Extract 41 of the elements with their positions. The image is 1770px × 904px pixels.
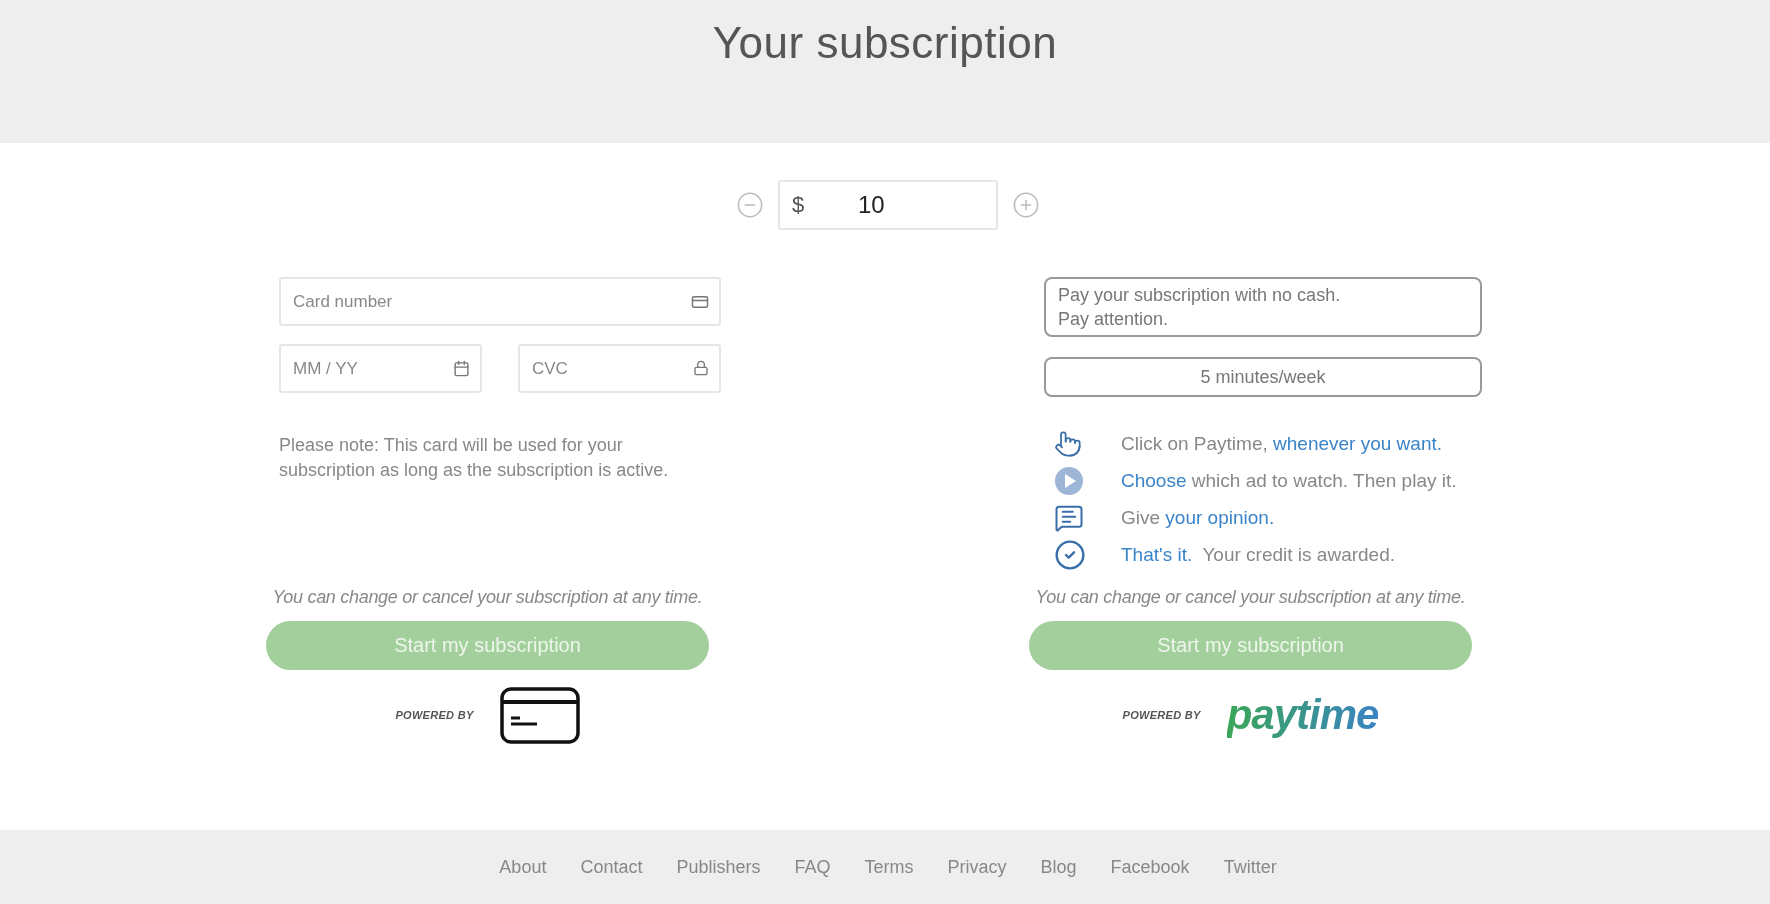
step-link[interactable]: Choose	[1121, 469, 1187, 491]
cancel-note: You can change or cancel your subscription at any time.	[271, 587, 704, 608]
calendar-icon	[453, 360, 470, 377]
footer-link[interactable]: Facebook	[1110, 856, 1190, 878]
powered-by-label: POWERED BY	[1122, 709, 1201, 721]
step-text: That's it. Your credit is awarded.	[1121, 543, 1395, 566]
card-note: Please note: This card will be used for your subscription as long as the subscription is active.	[279, 434, 670, 482]
step-text: Click on Paytime, whenever you want.	[1121, 432, 1443, 455]
footer-link[interactable]: Twitter	[1223, 856, 1277, 878]
step-link[interactable]: whenever you want.	[1273, 432, 1443, 454]
credit-card-logo-icon	[499, 686, 580, 744]
step-link[interactable]: your opinion.	[1165, 506, 1275, 528]
check-circle-icon	[1054, 538, 1086, 571]
step-text: Choose which ad to watch. Then play it.	[1121, 469, 1457, 492]
start-subscription-button[interactable]: Start my subscription	[1029, 621, 1472, 670]
footer-link[interactable]: Contact	[580, 856, 643, 878]
expiry-field[interactable]: MM / YY	[279, 344, 482, 393]
footer-link[interactable]: About	[499, 856, 547, 878]
footer-link[interactable]: Privacy	[947, 856, 1007, 878]
card-icon	[691, 293, 709, 311]
page-title: Your subscription	[712, 18, 1058, 69]
card-number-field[interactable]: Card number	[279, 277, 721, 326]
footer-link[interactable]: Blog	[1040, 856, 1077, 878]
lock-icon	[693, 360, 709, 376]
cancel-note: You can change or cancel your subscription at any time.	[1034, 587, 1467, 608]
increase-icon[interactable]	[1012, 191, 1040, 219]
powered-by-label: POWERED BY	[395, 709, 474, 721]
hand-pointer-icon	[1054, 429, 1082, 458]
footer-link[interactable]: FAQ	[794, 856, 831, 878]
play-icon	[1054, 465, 1084, 496]
start-subscription-button[interactable]: Start my subscription	[266, 621, 709, 670]
duration-box: 5 minutes/week	[1044, 357, 1482, 397]
decrease-icon[interactable]	[736, 191, 764, 219]
step-link[interactable]: That's it.	[1121, 543, 1193, 565]
step-text: Give your opinion.	[1121, 506, 1275, 529]
footer-link[interactable]: Terms	[864, 856, 914, 878]
currency-symbol: $	[792, 192, 805, 218]
footer-link[interactable]: Publishers	[676, 856, 761, 878]
intro-text: Pay your subscription with no cash.	[1058, 284, 1342, 307]
intro-text: Pay attention.	[1058, 308, 1170, 331]
cvc-field[interactable]: CVC	[518, 344, 721, 393]
